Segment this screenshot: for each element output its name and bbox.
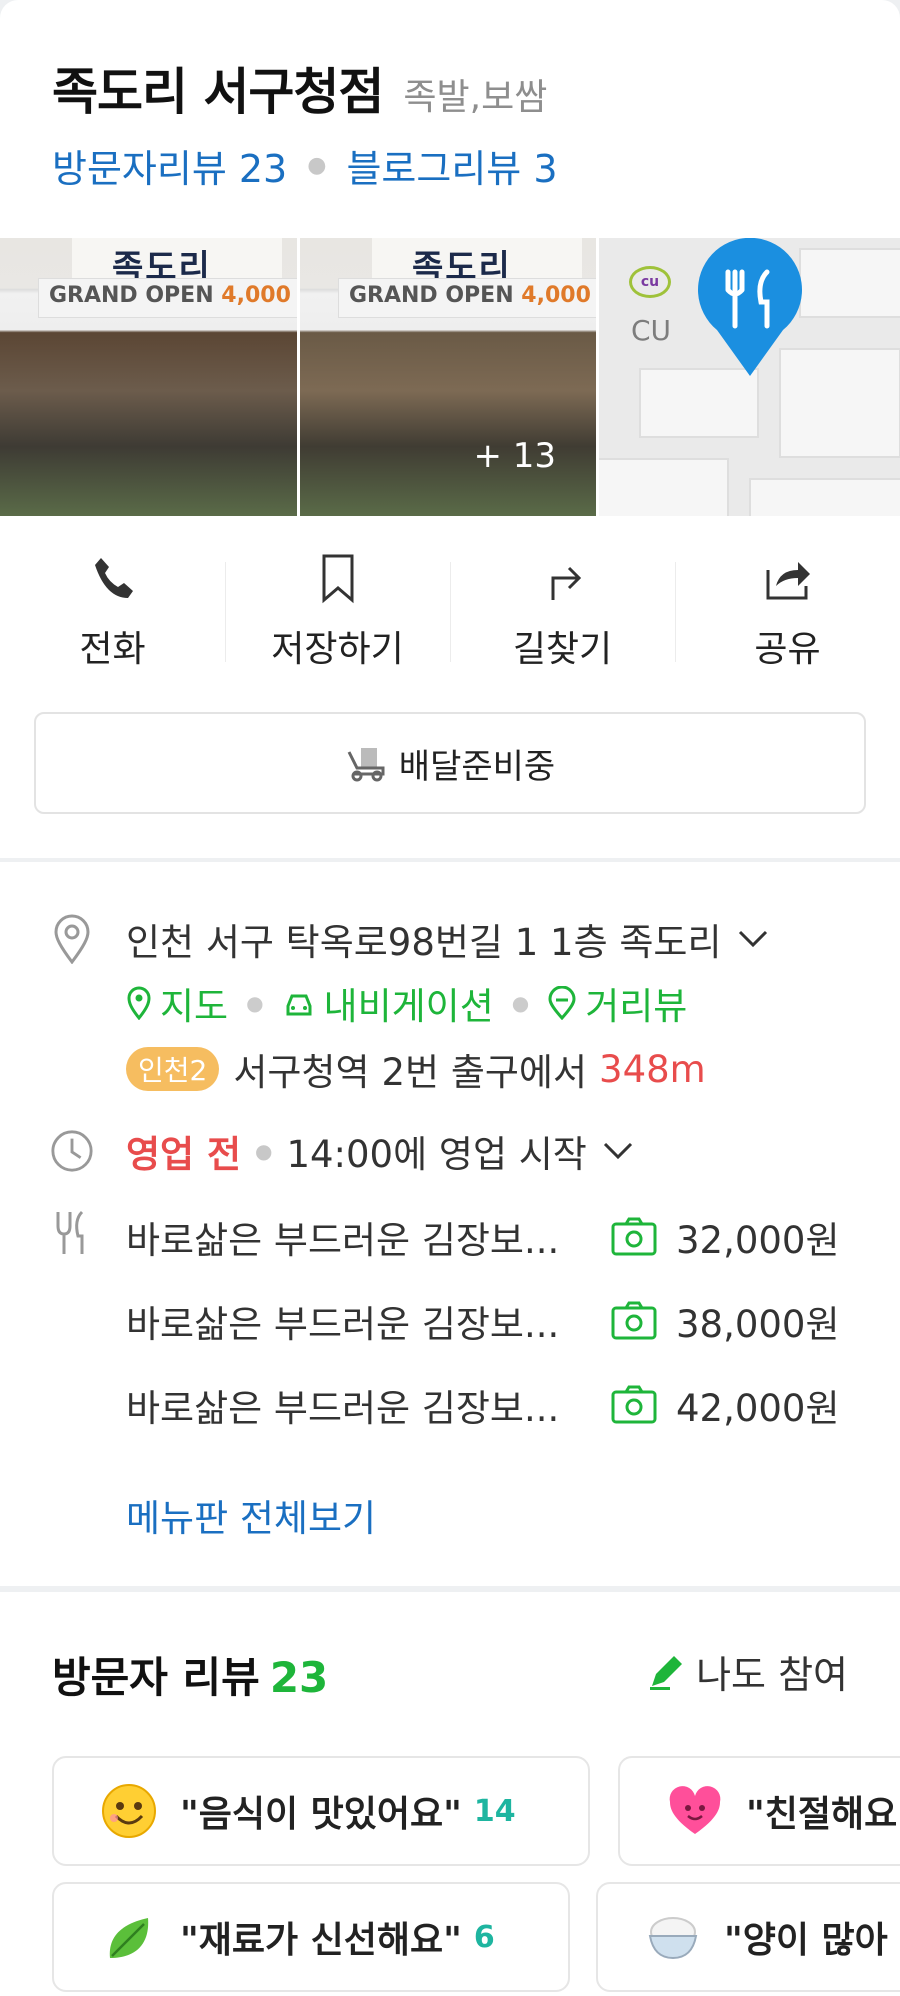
utensils-icon [50,1208,94,1258]
menu-item[interactable]: 바로삶은 부드러운 김장보... 32,000원 [126,1210,856,1264]
view-full-menu-link[interactable]: 메뉴판 전체보기 [126,1488,376,1542]
visitor-review-count: 23 [269,1653,329,1702]
storefront-photo-2[interactable]: 족도리 GRAND OPEN 4,000 + 13 [300,238,596,516]
menu-item-price: 42,000원 [676,1387,840,1430]
delivery-status-button[interactable]: 배달준비중 [34,712,866,814]
rice-bowl-icon [648,1917,698,1960]
bookmark-icon [322,554,353,604]
address-text: 인천 서구 탁옥로98번길 1 1층 족도리 [126,921,722,964]
review-links: 방문자리뷰 23 ● 블로그리뷰 3 [52,138,558,193]
car-icon [286,994,312,1016]
review-keyword-chip[interactable]: "재료가 신선해요" 6 [52,1882,570,1992]
business-status: 영업 전 [126,1133,242,1176]
street-view-link[interactable]: 거리뷰 [585,976,687,1030]
station-name: 서구청역 [233,1051,370,1094]
restaurant-pin-icon [698,238,802,376]
leaf-icon [109,1918,149,1958]
photo-strip: 족도리 GRAND OPEN 4,000 족도리 GRAND OPEN 4,00… [0,238,900,516]
map-building [639,368,759,438]
share-button[interactable]: 공유 [675,540,900,680]
menu-item-name: 바로삶은 부드러운 김장보... [126,1387,560,1430]
delivery-icon [347,748,385,782]
cu-store-logo: cu [629,266,671,298]
menu-item[interactable]: 바로삶은 부드러운 김장보... 42,000원 [126,1378,856,1432]
more-photos-count: + 13 [473,436,556,476]
call-button[interactable]: 전화 [0,540,225,680]
grand-open-banner: GRAND OPEN 4,000 [338,278,596,318]
chevron-down-icon[interactable] [601,1140,635,1162]
directions-button[interactable]: 길찾기 [450,540,675,680]
blog-reviews-link[interactable]: 블로그리뷰 3 [346,138,557,193]
separator-dot: ● [307,153,327,178]
street-view-icon [548,986,576,1020]
hours-row[interactable]: 영업 전 ● 14:00에 영업 시작 [50,1124,635,1178]
opening-time: 14:00에 영업 시작 [286,1133,587,1176]
camera-icon [611,1217,657,1256]
directions-icon [551,566,581,600]
place-title: 족도리 서구청점 [52,63,384,121]
map-label: CU [631,314,672,347]
place-detail-page: 족도리 서구청점 족발,보쌈 방문자리뷰 23 ● 블로그리뷰 3 족도리 GR… [0,0,900,1996]
visitor-reviews-link[interactable]: 방문자리뷰 23 [52,138,287,193]
clock-icon [50,1126,94,1176]
menu-item-name: 바로삶은 부드러운 김장보... [126,1303,560,1346]
visitor-review-card: 방문자 리뷰 23 나도 참여 "음식이 맛있어요" 14 "친절해요 "재료가 … [0,1592,900,1996]
place-info-card: 인천 서구 탁옥로98번길 1 1층 족도리 지도 ● 내비게이션 ● 거리뷰 … [0,862,900,1586]
review-keyword-chip[interactable]: "양이 많아 [596,1882,900,1992]
address-row[interactable]: 인천 서구 탁옥로98번길 1 1층 족도리 [50,912,770,966]
map-building [599,458,729,516]
station-distance: 348m [599,1047,706,1091]
place-category: 족발,보쌈 [403,77,548,118]
delivery-label: 배달준비중 [398,746,556,787]
camera-icon [611,1301,657,1340]
storefront-photo-1[interactable]: 족도리 GRAND OPEN 4,000 [0,238,297,516]
review-keyword-chip[interactable]: "친절해요 [618,1756,900,1866]
review-keyword-chip[interactable]: "음식이 맛있어요" 14 [52,1756,590,1866]
grand-open-banner: GRAND OPEN 4,000 [38,278,297,318]
map-pin-icon [127,986,151,1020]
smiley-icon [102,1784,156,1838]
location-links: 지도 ● 내비게이션 ● 거리뷰 [126,976,687,1030]
menu-item-name: 바로삶은 부드러운 김장보... [126,1219,560,1262]
menu-item-price: 32,000원 [676,1219,840,1262]
visitor-review-heading: 방문자 리뷰 23 [52,1653,329,1702]
pencil-icon [650,1655,683,1690]
place-summary-card: 족도리 서구청점 족발,보쌈 방문자리뷰 23 ● 블로그리뷰 3 족도리 GR… [0,0,900,858]
save-button[interactable]: 저장하기 [225,540,450,680]
map-building [749,478,900,516]
map-link[interactable]: 지도 [160,976,228,1030]
share-icon [766,562,810,600]
chevron-down-icon[interactable] [736,928,770,950]
exit-text: 2번 출구에서 [381,1051,588,1094]
camera-icon [611,1385,657,1424]
menu-item[interactable]: 바로삶은 부드러운 김장보... 38,000원 [126,1294,856,1348]
subway-line-badge: 인천2 [126,1047,220,1091]
location-pin-icon [50,914,94,964]
write-review-button[interactable]: 나도 참여 [646,1644,848,1699]
title-row: 족도리 서구청점 족발,보쌈 [52,52,547,124]
heart-icon [669,1786,721,1834]
action-bar: 전화 저장하기 길찾기 공유 [0,540,900,680]
phone-icon [94,558,133,598]
subway-info: 인천2 서구청역 2번 출구에서 348m [126,1042,706,1096]
menu-item-price: 38,000원 [676,1303,840,1346]
map-thumbnail[interactable]: cu CU [599,238,900,516]
navigation-link[interactable]: 내비게이션 [324,976,494,1030]
map-building [799,248,900,318]
